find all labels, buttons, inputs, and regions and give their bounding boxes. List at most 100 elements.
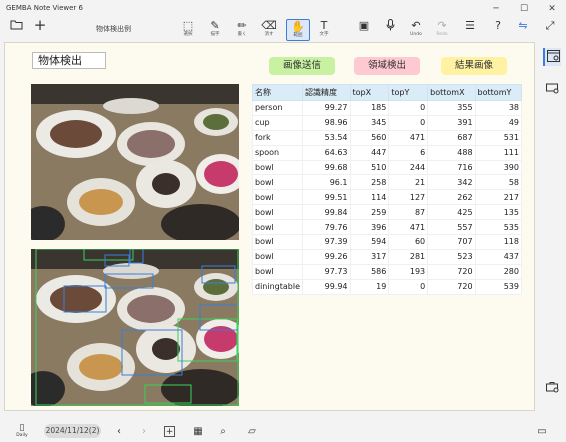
- prev-page-button[interactable]: ‹: [111, 423, 127, 439]
- table-cell: 53.54: [302, 129, 351, 146]
- undo-label: Undo: [410, 32, 422, 37]
- lasso-icon: ✋: [291, 20, 305, 33]
- toolbar: + 物体検出例 ⬚ 選択 ✎ 描字 ✏ 書く ⌫ 消す ✋ 範囲 T 文字 ▣ …: [0, 17, 566, 41]
- table-cell: 99.51: [302, 189, 351, 206]
- table-row: bowl 99.26 317 281 523 437: [251, 248, 523, 265]
- table-cell: 244: [388, 159, 429, 176]
- table-cell: 720: [427, 278, 476, 295]
- table-row: fork 53.54 560 471 687 531: [251, 129, 523, 146]
- page-title: 物体検出: [32, 52, 106, 69]
- plus-icon: +: [33, 16, 47, 34]
- table-cell: bowl: [251, 248, 304, 265]
- table-cell: person: [251, 100, 304, 116]
- col-confidence: 認識精度: [302, 84, 351, 101]
- table-cell: 49: [474, 114, 523, 131]
- page-config-button[interactable]: [543, 80, 561, 98]
- media-button[interactable]: ▣: [352, 19, 376, 41]
- table-cell: 586: [349, 263, 390, 280]
- table-cell: fork: [251, 129, 304, 146]
- help-button[interactable]: ?: [486, 19, 510, 41]
- table-cell: 280: [474, 263, 523, 280]
- table-cell: 19: [349, 278, 390, 295]
- source-photo: [31, 84, 239, 240]
- minimize-button[interactable]: ─: [482, 0, 510, 17]
- table-cell: 720: [427, 263, 476, 280]
- expand-button[interactable]: ⤢: [538, 19, 562, 41]
- table-cell: 390: [474, 159, 523, 176]
- table-cell: 523: [427, 248, 476, 265]
- page-settings-button[interactable]: [543, 48, 561, 66]
- tool-select-label: 選択: [183, 32, 193, 37]
- date-selector[interactable]: 2024/11/12(2): [44, 424, 101, 438]
- table-cell: 594: [349, 234, 390, 250]
- table-cell: 38: [474, 100, 523, 116]
- table-cell: 99.26: [302, 248, 351, 265]
- table-cell: 79.76: [302, 219, 351, 236]
- expand-icon: ⤢: [545, 19, 555, 32]
- notebook-icon: ▯: [19, 423, 25, 433]
- search-pages-button[interactable]: ⌕: [215, 423, 231, 439]
- tool-text[interactable]: T 文字: [312, 19, 336, 41]
- table-cell: bowl: [251, 234, 304, 250]
- settings-button[interactable]: ⇋: [511, 19, 535, 41]
- table-cell: 259: [349, 204, 390, 221]
- pen-icon: ✏: [237, 19, 247, 32]
- table-cell: 6: [388, 144, 429, 161]
- table-cell: 99.84: [302, 204, 351, 221]
- daily-label: Daily: [16, 433, 28, 438]
- tool-marker[interactable]: ✎ 描字: [203, 19, 227, 41]
- table-cell: 342: [427, 174, 476, 191]
- table-cell: 391: [427, 114, 476, 131]
- calendar-button[interactable]: ▦: [190, 423, 206, 439]
- eraser-icon: ⌫: [261, 19, 277, 32]
- table-cell: 317: [349, 248, 390, 265]
- tool-eraser[interactable]: ⌫ 消す: [257, 19, 281, 41]
- monitor-button[interactable]: ▭: [534, 423, 550, 439]
- col-topx: topX: [349, 84, 390, 101]
- table-cell: 185: [349, 100, 390, 116]
- tool-text-label: 文字: [319, 32, 329, 37]
- tool-pen[interactable]: ✏ 書く: [230, 19, 254, 41]
- daily-button[interactable]: ▯ Daily: [14, 423, 30, 439]
- table-cell: 99.27: [302, 100, 351, 116]
- table-row: person 99.27 185 0 355 38: [251, 100, 523, 116]
- page-config-icon: [545, 82, 559, 97]
- col-topy: topY: [388, 84, 429, 101]
- add-page-button[interactable]: +: [164, 426, 175, 437]
- maximize-button[interactable]: ☐: [510, 0, 538, 17]
- table-cell: 447: [349, 144, 390, 161]
- result-image-button[interactable]: 結果画像: [441, 57, 507, 75]
- table-cell: 98.96: [302, 114, 351, 131]
- redo-button[interactable]: ↷ Redo: [430, 19, 454, 41]
- send-image-button[interactable]: 画像送信: [269, 57, 335, 75]
- new-page-button[interactable]: +: [28, 16, 52, 41]
- table-cell: 97.39: [302, 234, 351, 250]
- redo-icon: ↷: [437, 19, 447, 32]
- col-bottomy: bottomY: [474, 84, 523, 101]
- table-cell: diningtable: [251, 278, 304, 295]
- tool-lasso[interactable]: ✋ 範囲: [286, 19, 310, 41]
- table-cell: 258: [349, 174, 390, 191]
- table-cell: 510: [349, 159, 390, 176]
- menu-button[interactable]: ☰: [458, 19, 482, 41]
- undo-icon: ↶: [411, 19, 421, 32]
- table-row: cup 98.96 345 0 391 49: [251, 114, 523, 131]
- eraser-tool-button[interactable]: ▱: [244, 423, 260, 439]
- table-cell: 193: [388, 263, 429, 280]
- table-cell: 345: [349, 114, 390, 131]
- next-page-button[interactable]: ›: [136, 423, 152, 439]
- toolbox-button[interactable]: [543, 379, 561, 397]
- folder-button[interactable]: [4, 19, 28, 41]
- table-cell: cup: [251, 114, 304, 131]
- table-cell: bowl: [251, 204, 304, 221]
- tool-select[interactable]: ⬚ 選択: [176, 19, 200, 41]
- table-cell: 127: [388, 189, 429, 206]
- document-title: 物体検出例: [96, 25, 131, 33]
- detect-region-button[interactable]: 領域検出: [354, 57, 420, 75]
- undo-button[interactable]: ↶ Undo: [404, 19, 428, 41]
- table-cell: 716: [427, 159, 476, 176]
- mic-button[interactable]: [378, 19, 402, 41]
- table-row: diningtable 99.94 19 0 720 539: [251, 278, 523, 295]
- table-cell: 135: [474, 204, 523, 221]
- close-button[interactable]: ✕: [538, 0, 566, 17]
